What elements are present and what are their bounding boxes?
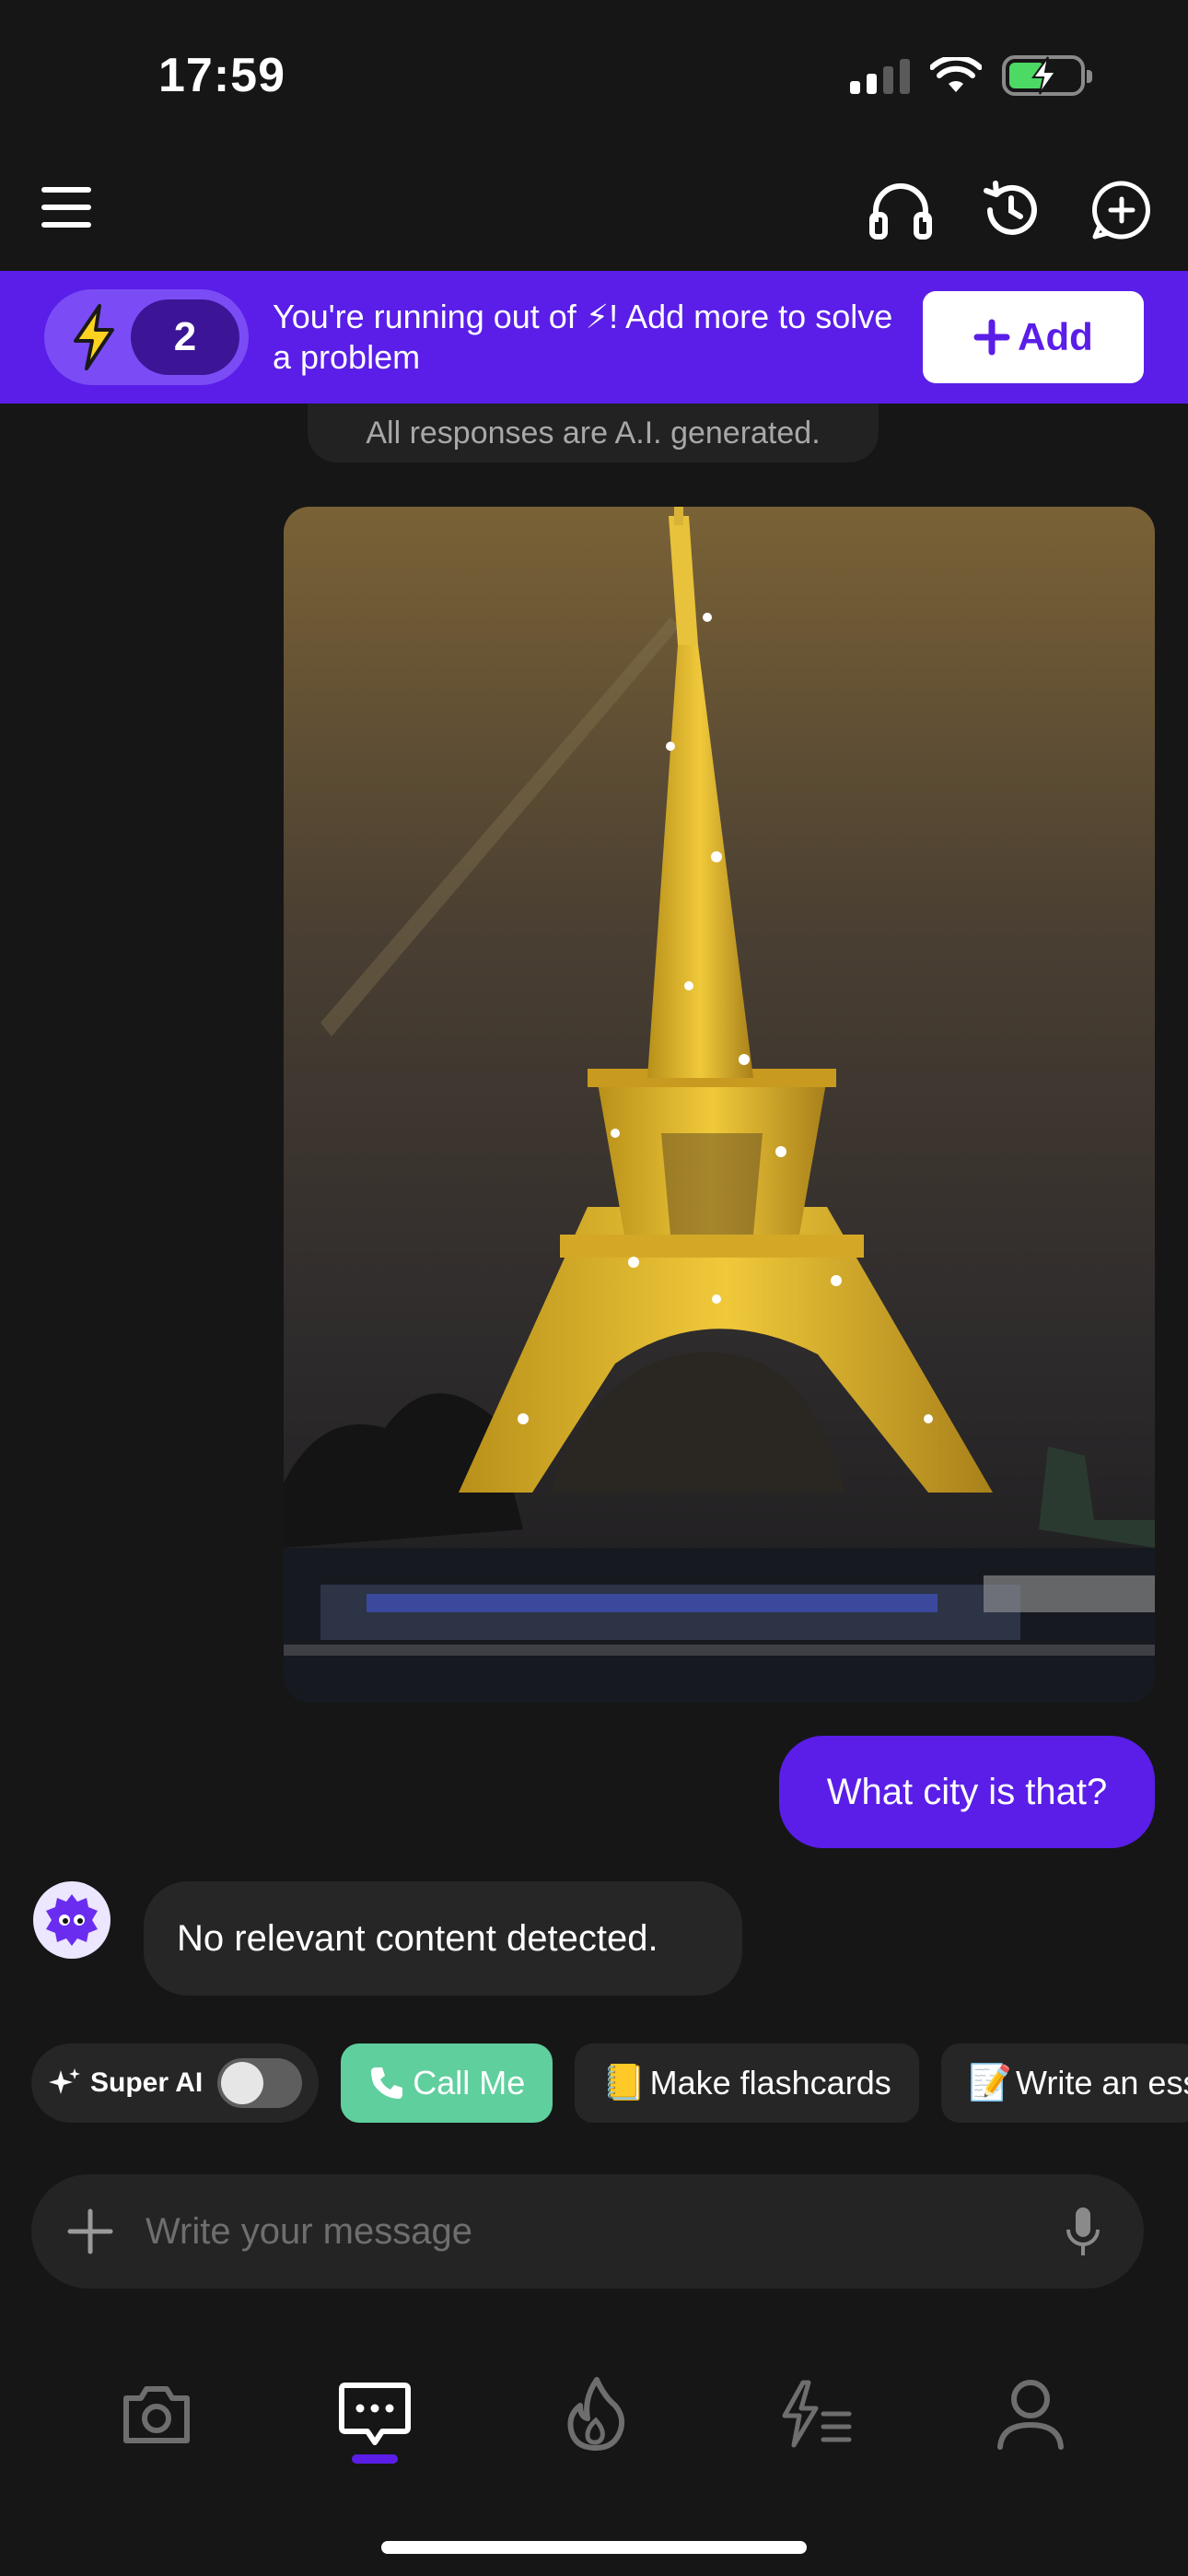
status-time: 17:59 [158,49,285,102]
tab-chat[interactable] [329,2368,421,2460]
signal-icon [850,57,910,94]
add-credits-button[interactable]: Add [923,291,1144,383]
user-message-bubble: What city is that? [779,1736,1155,1848]
write-essay-chip[interactable]: 📝 Write an ess [940,2043,1188,2123]
chat-icon [339,2383,411,2445]
memo-icon: 📝 [968,2064,1013,2102]
tab-camera[interactable] [111,2368,203,2460]
camera-icon [123,2386,190,2443]
new-chat-button[interactable] [1087,175,1157,245]
super-ai-toggle[interactable] [217,2058,303,2108]
super-ai-label: Super AI [90,2067,204,2098]
status-icons [850,55,1092,96]
make-flashcards-chip[interactable]: 📒 Make flashcards [575,2043,919,2123]
headphones-icon [869,183,932,240]
lightning-icon [74,304,114,370]
tab-trending[interactable] [550,2368,642,2460]
call-me-chip[interactable]: Call Me [341,2043,553,2123]
call-me-label: Call Me [413,2064,526,2102]
microphone-icon[interactable] [1055,2204,1111,2259]
fire-icon [567,2377,625,2451]
active-tab-indicator [352,2454,398,2464]
add-credits-label: Add [1018,315,1093,358]
battery-icon [1002,55,1092,96]
tab-tasks[interactable] [768,2368,860,2460]
profile-icon [997,2380,1064,2450]
headphones-button[interactable] [866,175,936,245]
credit-count: 2 [131,299,239,375]
new-chat-icon [1092,181,1150,240]
ai-disclaimer: All responses are A.I. generated. [308,404,879,463]
sparkle-icon [49,2068,80,2094]
bot-avatar [33,1881,111,1959]
bot-message-bubble: No relevant content detected. [144,1881,742,1996]
plus-icon [973,319,1010,356]
make-flashcards-label: Make flashcards [649,2064,891,2102]
super-ai-chip[interactable]: Super AI [31,2043,320,2123]
banner-message: You're running out of ⚡! Add more to sol… [273,298,893,376]
flash-list-icon [782,2380,852,2448]
message-composer [31,2174,1144,2289]
sent-photo-eiffel-tower[interactable] [284,507,1155,1703]
tab-profile[interactable] [984,2368,1077,2460]
home-indicator[interactable] [381,2541,807,2554]
hamburger-icon [41,187,91,228]
write-essay-label: Write an ess [1016,2064,1188,2102]
credit-pill[interactable]: 2 [44,289,249,385]
wifi-icon [930,57,982,92]
attach-plus-icon[interactable] [64,2206,116,2257]
history-button[interactable] [976,175,1046,245]
bot-mascot-icon [46,1894,98,1946]
menu-button[interactable] [35,175,99,240]
quick-action-chips: Super AI Call Me 📒 Make flashcards 📝 Wri… [31,2043,1188,2125]
message-input[interactable] [146,2210,1055,2253]
phone-icon [371,2067,403,2099]
notebook-icon: 📒 [602,2064,646,2102]
history-icon [984,181,1037,235]
